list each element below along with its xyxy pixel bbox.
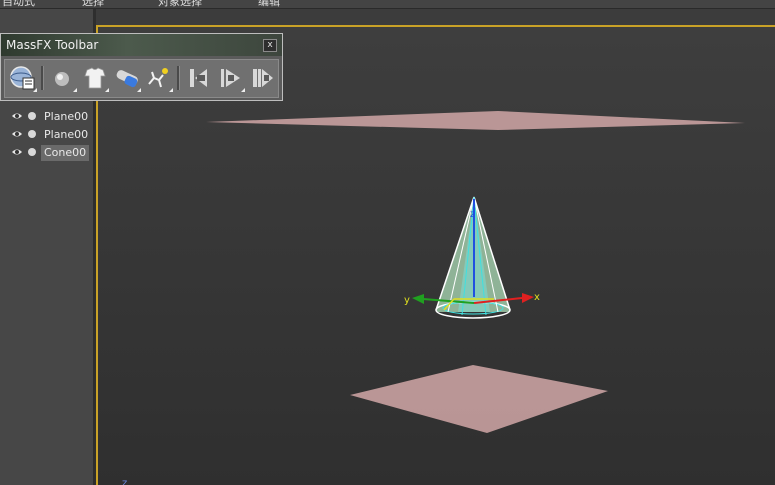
rigid-body-button[interactable]	[49, 64, 77, 92]
gizmo-x-label: x	[534, 292, 540, 303]
close-button[interactable]: x	[263, 39, 277, 52]
cloth-button[interactable]	[81, 64, 109, 92]
freeze-dot-icon[interactable]	[28, 112, 36, 120]
menu-item[interactable]: 编辑	[258, 0, 280, 8]
plane-top[interactable]	[206, 111, 745, 130]
reset-simulation-icon	[190, 69, 207, 87]
viewport-header	[96, 9, 775, 25]
scene-item-label: Plane00	[44, 128, 89, 141]
scene-item-label: Plane00	[44, 110, 89, 123]
scene-explorer-list: Plane00 Plane00 Cone00	[8, 108, 93, 162]
massfx-tool-row	[4, 59, 279, 98]
step-simulation-button[interactable]	[249, 64, 277, 92]
scene-item-plane[interactable]: Plane00	[8, 126, 93, 144]
menu-item[interactable]: 自动式	[2, 0, 35, 8]
menu-item[interactable]: 选择	[82, 0, 104, 8]
plane-bottom[interactable]	[350, 365, 608, 433]
constraint-button[interactable]	[113, 64, 141, 92]
menu-item[interactable]: 对象选择	[158, 0, 202, 8]
massfx-title: MassFX Toolbar	[6, 38, 99, 52]
freeze-dot-icon[interactable]	[28, 130, 36, 138]
menu-bar: 自动式 选择 对象选择 编辑	[0, 0, 775, 9]
gizmo-y-label: y	[404, 295, 410, 306]
eye-icon[interactable]	[11, 110, 23, 122]
scene-item-cone[interactable]: Cone00	[8, 144, 93, 162]
eye-icon[interactable]	[11, 146, 23, 158]
freeze-dot-icon[interactable]	[28, 148, 36, 156]
gizmo-z-label: z	[470, 209, 475, 220]
massfx-toolbar[interactable]: MassFX Toolbar x	[0, 33, 283, 101]
scene-item-plane[interactable]: Plane00	[8, 108, 93, 126]
step-simulation-icon	[253, 69, 273, 87]
ragdoll-button[interactable]	[145, 64, 173, 92]
scene-item-label: Cone00	[41, 145, 90, 161]
world-axis-z-label: z	[122, 478, 127, 485]
world-parameters-button[interactable]	[9, 64, 37, 92]
eye-icon[interactable]	[11, 128, 23, 140]
massfx-titlebar[interactable]: MassFX Toolbar x	[1, 34, 282, 56]
reset-simulation-button[interactable]	[185, 64, 213, 92]
play-simulation-button[interactable]	[217, 64, 245, 92]
